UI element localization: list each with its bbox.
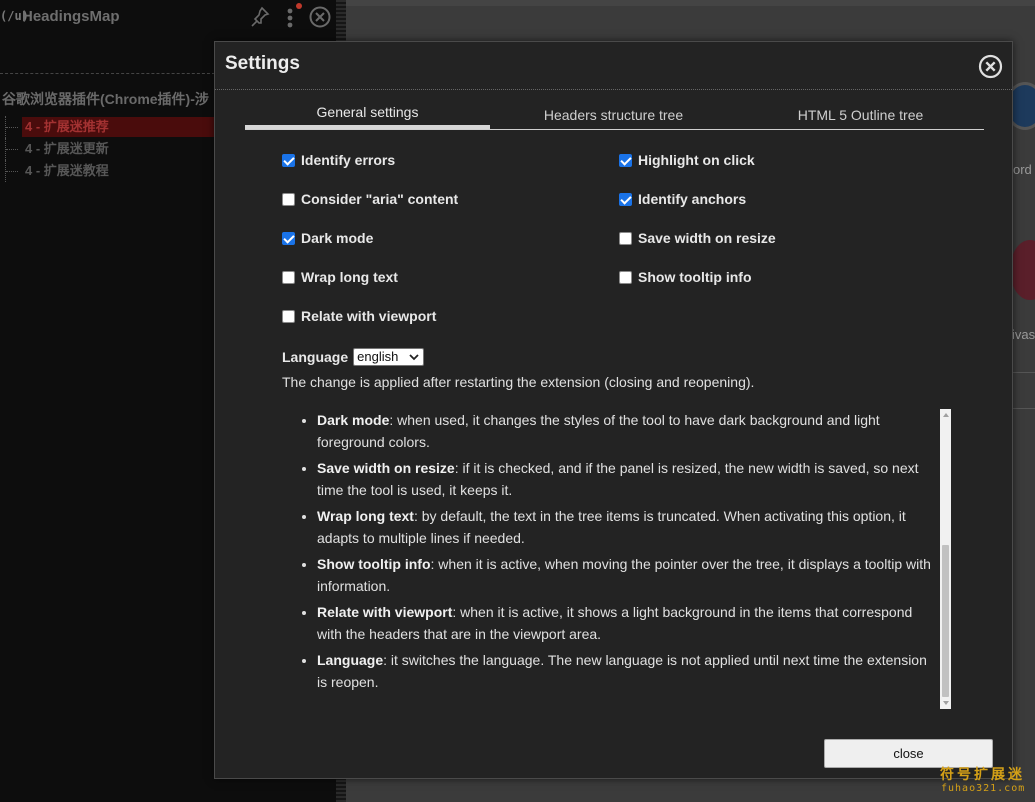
background-text: ivas bbox=[1012, 327, 1035, 342]
tree-item[interactable]: 4 - 扩展迷推荐 bbox=[0, 116, 215, 138]
help-text: : when used, it changes the styles of th… bbox=[317, 412, 880, 450]
language-selected-value: english bbox=[357, 349, 399, 364]
restart-note: The change is applied after restarting t… bbox=[282, 374, 755, 390]
checkbox-checked[interactable] bbox=[282, 231, 295, 245]
kebab-menu-icon[interactable] bbox=[283, 6, 297, 30]
settings-dialog: Settings General settings Headers struct… bbox=[214, 41, 1013, 779]
help-item: Dark mode: when used, it changes the sty… bbox=[317, 409, 932, 453]
chevron-down-icon bbox=[409, 354, 419, 361]
language-row: Language english bbox=[282, 347, 425, 367]
help-item: Wrap long text: by default, the text in … bbox=[317, 505, 932, 549]
option-label: Relate with viewport bbox=[301, 308, 437, 324]
panel-divider bbox=[0, 73, 215, 74]
help-item: Language: it switches the language. The … bbox=[317, 649, 932, 693]
tree-item-label: 4 - 扩展迷推荐 bbox=[22, 117, 215, 137]
help-term: Relate with viewport bbox=[317, 604, 453, 620]
tree-branch-line bbox=[5, 116, 19, 138]
tree-item-label: 4 - 扩展迷教程 bbox=[25, 163, 109, 178]
help-item: Save width on resize: if it is checked, … bbox=[317, 457, 932, 501]
help-term: Wrap long text bbox=[317, 508, 414, 524]
checkbox-checked[interactable] bbox=[619, 153, 632, 167]
headings-tree: 4 - 扩展迷推荐 4 - 扩展迷更新 4 - 扩展迷教程 bbox=[0, 116, 215, 182]
help-term: Save width on resize bbox=[317, 460, 455, 476]
settings-tabs: General settings Headers structure tree … bbox=[245, 100, 984, 130]
scroll-up-arrow-icon[interactable] bbox=[943, 413, 949, 417]
help-text: : it switches the language. The new lang… bbox=[317, 652, 927, 690]
option-label: Identify anchors bbox=[638, 191, 747, 207]
help-list-container: Dark mode: when used, it changes the sty… bbox=[282, 409, 951, 709]
language-label: Language bbox=[282, 349, 349, 365]
help-term: Show tooltip info bbox=[317, 556, 431, 572]
panel-title: HeadingsMap bbox=[22, 8, 120, 25]
option-consider-aria[interactable]: Consider "aria" content bbox=[282, 190, 458, 208]
pin-icon[interactable] bbox=[250, 6, 270, 28]
background-toolbar bbox=[346, 0, 1035, 6]
tree-branch-line bbox=[5, 138, 19, 160]
background-text: ord bbox=[1013, 162, 1032, 177]
help-item: Relate with viewport: when it is active,… bbox=[317, 601, 932, 645]
checkbox-unchecked[interactable] bbox=[282, 309, 295, 323]
option-dark-mode[interactable]: Dark mode bbox=[282, 229, 373, 247]
checkbox-unchecked[interactable] bbox=[282, 192, 295, 206]
option-identify-errors[interactable]: Identify errors bbox=[282, 151, 395, 169]
option-save-width-on-resize[interactable]: Save width on resize bbox=[619, 229, 776, 247]
option-label: Identify errors bbox=[301, 152, 396, 168]
help-term: Dark mode bbox=[317, 412, 390, 428]
tab-html5-outline-tree[interactable]: HTML 5 Outline tree bbox=[737, 101, 984, 130]
option-wrap-long-text[interactable]: Wrap long text bbox=[282, 268, 398, 286]
watermark-text: 符号扩展迷 bbox=[940, 766, 1025, 782]
panel-close-icon[interactable] bbox=[309, 6, 331, 28]
option-label: Show tooltip info bbox=[638, 269, 752, 285]
option-identify-anchors[interactable]: Identify anchors bbox=[619, 190, 746, 208]
help-item: Show tooltip info: when it is active, wh… bbox=[317, 553, 932, 597]
option-highlight-on-click[interactable]: Highlight on click bbox=[619, 151, 755, 169]
option-label: Save width on resize bbox=[638, 230, 776, 246]
scrollbar-thumb[interactable] bbox=[942, 545, 949, 697]
language-select[interactable]: english bbox=[353, 348, 425, 366]
option-label: Highlight on click bbox=[638, 152, 755, 168]
checkbox-checked[interactable] bbox=[282, 153, 295, 167]
checkbox-unchecked[interactable] bbox=[282, 270, 295, 284]
background-divider bbox=[1013, 372, 1035, 373]
background-divider bbox=[1013, 408, 1035, 409]
tree-branch-line bbox=[5, 160, 19, 182]
tree-item[interactable]: 4 - 扩展迷更新 bbox=[0, 138, 215, 160]
help-list: Dark mode: when used, it changes the sty… bbox=[282, 409, 932, 693]
watermark-url: fuhao321.com bbox=[941, 783, 1026, 794]
tab-general-settings[interactable]: General settings bbox=[245, 100, 490, 129]
dialog-title: Settings bbox=[225, 53, 300, 74]
close-circle-icon[interactable] bbox=[978, 54, 1003, 79]
notification-dot bbox=[296, 3, 302, 9]
option-label: Wrap long text bbox=[301, 269, 398, 285]
checkbox-unchecked[interactable] bbox=[619, 270, 632, 284]
tree-item-label: 4 - 扩展迷更新 bbox=[25, 141, 109, 156]
page-heading[interactable]: 谷歌浏览器插件(Chrome插件)-涉 bbox=[2, 89, 215, 109]
option-label: Dark mode bbox=[301, 230, 374, 246]
option-show-tooltip-info[interactable]: Show tooltip info bbox=[619, 268, 752, 286]
help-term: Language bbox=[317, 652, 384, 668]
help-scrollbar[interactable] bbox=[940, 409, 951, 709]
scroll-down-arrow-icon[interactable] bbox=[943, 701, 949, 705]
option-label: Consider "aria" content bbox=[301, 191, 459, 207]
tree-item[interactable]: 4 - 扩展迷教程 bbox=[0, 160, 215, 182]
title-separator bbox=[215, 89, 1012, 90]
panel-header: (/u) HeadingsMap bbox=[0, 0, 340, 36]
checkbox-checked[interactable] bbox=[619, 192, 632, 206]
option-relate-with-viewport[interactable]: Relate with viewport bbox=[282, 307, 436, 325]
tab-headers-structure-tree[interactable]: Headers structure tree bbox=[490, 101, 737, 130]
checkbox-unchecked[interactable] bbox=[619, 231, 632, 245]
